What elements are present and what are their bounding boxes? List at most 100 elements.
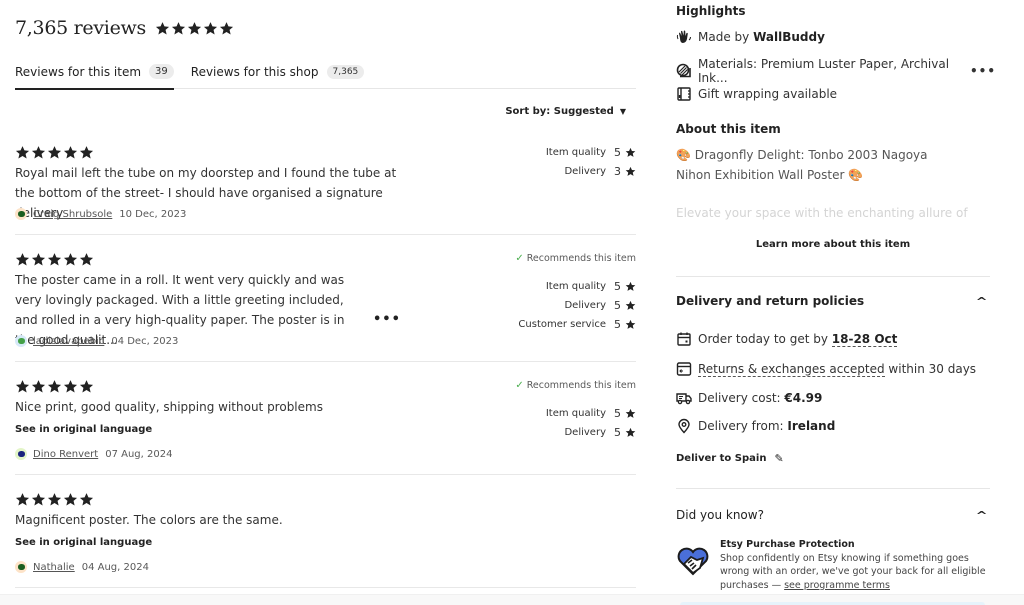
recommends-label: Recommends this item bbox=[526, 253, 636, 264]
review-item: Magnificent poster. The colors are the s… bbox=[15, 492, 636, 588]
star-icon bbox=[63, 492, 78, 507]
cost-value: €4.99 bbox=[784, 391, 823, 405]
star-icon bbox=[31, 252, 46, 267]
star-icon bbox=[79, 252, 94, 267]
tab-count-badge: 39 bbox=[149, 64, 174, 79]
author-name-link[interactable]: Dino Renvert bbox=[33, 449, 98, 460]
avatar bbox=[15, 335, 27, 347]
star-icon bbox=[625, 427, 636, 438]
author-name-link[interactable]: ladislavabebic bbox=[33, 336, 104, 347]
review-date: 07 Aug, 2024 bbox=[105, 448, 173, 460]
sub-rating-row: Item quality 5 bbox=[546, 404, 636, 423]
review-item: Royal mail left the tube on my doorstep … bbox=[15, 145, 636, 235]
star-icon bbox=[47, 145, 62, 160]
star-icon bbox=[31, 492, 46, 507]
review-item: Nice print, good quality, shipping witho… bbox=[15, 379, 636, 475]
sub-rating-value: 5 bbox=[614, 146, 621, 159]
returns-policy: Returns & exchanges accepted within 30 d… bbox=[676, 361, 976, 377]
review-stars bbox=[15, 252, 94, 267]
delivery-accordion-header[interactable]: Delivery and return policies ^ bbox=[676, 294, 988, 308]
author-name-link[interactable]: Nathalie bbox=[33, 562, 75, 573]
tab-count-badge: 7,365 bbox=[326, 64, 365, 79]
star-icon bbox=[31, 379, 46, 394]
deliver-to-label: Deliver to Spain bbox=[676, 453, 767, 464]
sub-rating-row: Item quality 5 bbox=[546, 143, 636, 162]
overall-rating-stars bbox=[155, 21, 234, 36]
made-by-prefix: Made by bbox=[698, 30, 754, 44]
review-date: 04 Aug, 2024 bbox=[81, 561, 149, 573]
chevron-up-icon: ^ bbox=[975, 294, 988, 308]
about-headline: 🎨 Dragonfly Delight: Tonbo 2003 Nagoya N… bbox=[676, 148, 928, 182]
materials-icon bbox=[676, 63, 692, 79]
recommends-badge: ✓ Recommends this item bbox=[515, 253, 636, 264]
expand-review-button[interactable]: ••• bbox=[373, 312, 401, 327]
star-icon bbox=[15, 252, 30, 267]
sub-rating-label: Item quality bbox=[545, 281, 606, 292]
star-icon bbox=[203, 21, 218, 36]
more-materials-button[interactable]: ••• bbox=[970, 64, 996, 78]
reviews-title: 7,365 reviews bbox=[15, 17, 146, 39]
sub-rating-label: Customer service bbox=[518, 319, 606, 330]
tab-reviews-item[interactable]: Reviews for this item 39 bbox=[15, 55, 174, 90]
sub-rating-value: 5 bbox=[614, 407, 621, 420]
sub-rating-label: Delivery bbox=[564, 166, 606, 177]
star-icon bbox=[625, 166, 636, 177]
hand-wave-icon bbox=[676, 29, 692, 45]
star-icon bbox=[155, 21, 170, 36]
pencil-icon: ✎ bbox=[774, 452, 784, 465]
sort-label: Sort by: Suggested bbox=[505, 106, 614, 117]
delivery-from: Delivery from: Ireland bbox=[676, 418, 835, 434]
review-date: 10 Dec, 2023 bbox=[119, 208, 187, 220]
protection-title: Etsy Purchase Protection bbox=[720, 539, 855, 550]
sub-ratings: Item quality 5 Delivery 5 Customer service 5 bbox=[518, 277, 636, 334]
gift-wrap-icon bbox=[676, 86, 692, 102]
tab-label: Reviews for this shop bbox=[190, 64, 319, 79]
star-icon bbox=[15, 379, 30, 394]
review-item: The poster came in a roll. It went very … bbox=[15, 252, 636, 362]
did-you-know-accordion-header[interactable]: Did you know? ^ bbox=[676, 508, 987, 522]
star-icon bbox=[63, 379, 78, 394]
sub-rating-label: Item quality bbox=[545, 408, 606, 419]
check-icon: ✓ bbox=[515, 253, 524, 264]
location-pin-icon bbox=[676, 418, 692, 434]
star-icon bbox=[79, 145, 94, 160]
author-name-link[interactable]: Craig Shrubsole bbox=[33, 209, 112, 220]
star-icon bbox=[625, 319, 636, 330]
about-description-preview: Elevate your space with the enchanting a… bbox=[676, 206, 968, 220]
star-icon bbox=[187, 21, 202, 36]
reviews-header: 7,365 reviews bbox=[15, 17, 234, 39]
review-tabs: Reviews for this item 39 Reviews for thi… bbox=[15, 55, 636, 90]
learn-more-button[interactable]: Learn more about this item bbox=[676, 239, 990, 250]
see-original-language-link[interactable]: See in original language bbox=[15, 537, 152, 548]
review-stars bbox=[15, 492, 94, 507]
recommends-badge: ✓ Recommends this item bbox=[515, 380, 636, 391]
delivery-dates-link[interactable]: 18-28 Oct bbox=[831, 332, 898, 347]
review-author-row: Dino Renvert 07 Aug, 2024 bbox=[15, 448, 172, 460]
delivery-title: Delivery and return policies bbox=[676, 294, 865, 308]
sub-rating-label: Delivery bbox=[564, 300, 606, 311]
sub-rating-value: 5 bbox=[614, 426, 621, 439]
star-icon bbox=[47, 252, 62, 267]
see-original-language-link[interactable]: See in original language bbox=[15, 424, 152, 435]
highlights-title: Highlights bbox=[676, 4, 746, 18]
calendar-icon bbox=[676, 331, 692, 347]
returns-box-icon bbox=[676, 361, 692, 377]
review-stars bbox=[15, 145, 94, 160]
avatar bbox=[15, 208, 27, 220]
highlight-materials: Materials: Premium Luster Paper, Archiva… bbox=[676, 57, 996, 85]
sort-dropdown[interactable]: Sort by: Suggested ▼ bbox=[505, 106, 626, 117]
programme-terms-link[interactable]: see programme terms bbox=[784, 580, 890, 591]
deliver-to-button[interactable]: Deliver to Spain ✎ bbox=[676, 452, 784, 465]
star-icon bbox=[219, 21, 234, 36]
sub-rating-label: Item quality bbox=[545, 147, 606, 158]
sub-ratings: Item quality 5 Delivery 5 bbox=[546, 404, 636, 442]
divider bbox=[676, 488, 990, 489]
avatar bbox=[15, 448, 27, 460]
handshake-heart-icon bbox=[676, 544, 710, 578]
star-icon bbox=[63, 145, 78, 160]
returns-link[interactable]: Returns & exchanges accepted bbox=[698, 362, 885, 377]
shop-name: WallBuddy bbox=[753, 30, 825, 44]
from-value: Ireland bbox=[787, 419, 836, 433]
sub-rating-label: Delivery bbox=[564, 427, 606, 438]
tab-reviews-shop[interactable]: Reviews for this shop 7,365 bbox=[191, 55, 365, 88]
